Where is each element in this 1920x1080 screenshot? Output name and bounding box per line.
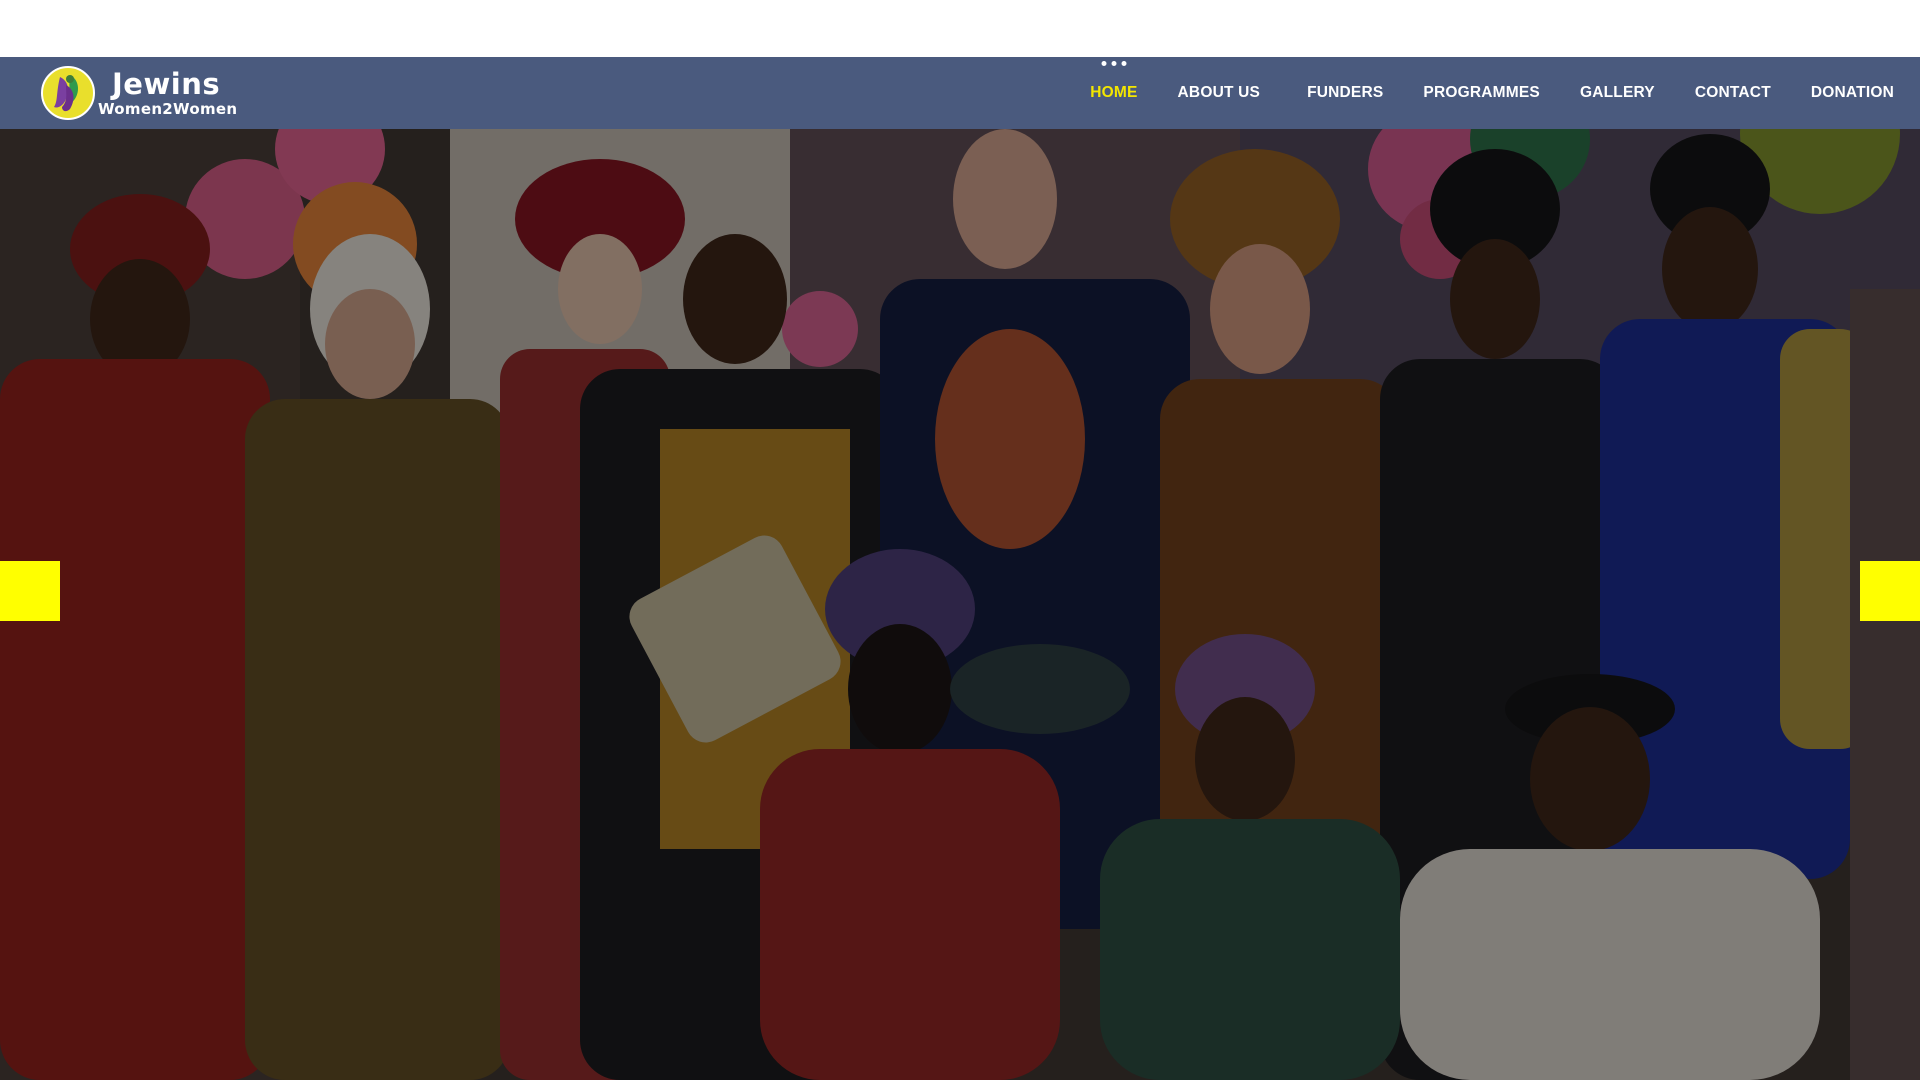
top-white-strip <box>0 0 1920 57</box>
slider-next-arrow-icon[interactable] <box>1860 561 1920 621</box>
nav-item-donation[interactable]: DONATION <box>1811 84 1894 102</box>
nav-item-contact[interactable]: CONTACT <box>1695 84 1771 102</box>
brand-name: Jewins <box>112 66 221 101</box>
hero-slider <box>0 129 1920 1080</box>
nav-item-home[interactable]: HOME <box>1090 61 1138 102</box>
nav-item-label: PROGRAMMES <box>1423 84 1540 101</box>
brand-tagline: Women2Women <box>98 99 238 118</box>
nav-item-label: HOME <box>1090 84 1138 101</box>
hero-dark-overlay <box>0 129 1920 1080</box>
nav-item-label: ABOUT US <box>1177 84 1261 101</box>
nav-item-label: GALLERY <box>1579 84 1655 101</box>
nav-item-funders[interactable]: FUNDERS <box>1307 84 1383 102</box>
nav-item-label: DONATION <box>1810 84 1894 101</box>
logo-text: Jewins Women2Women <box>98 66 238 118</box>
slider-prev-arrow-icon[interactable] <box>0 561 60 621</box>
nav-item-label: FUNDERS <box>1307 84 1384 101</box>
nav-item-label: CONTACT <box>1694 84 1771 101</box>
site-logo-link[interactable]: Jewins Women2Women <box>40 65 237 121</box>
nav-item-programmes[interactable]: PROGRAMMES <box>1423 84 1540 102</box>
nav-item-about-us[interactable]: ABOUT US <box>1178 84 1261 102</box>
primary-menu: HOME ABOUT US FUNDERS PROGRAMMES GALLERY… <box>1050 57 1894 129</box>
active-indicator-dots <box>1101 61 1127 66</box>
logo-icon <box>41 66 95 120</box>
nav-item-gallery[interactable]: GALLERY <box>1580 84 1655 102</box>
main-navbar: Jewins Women2Women HOME ABOUT US FUNDERS… <box>0 57 1920 129</box>
